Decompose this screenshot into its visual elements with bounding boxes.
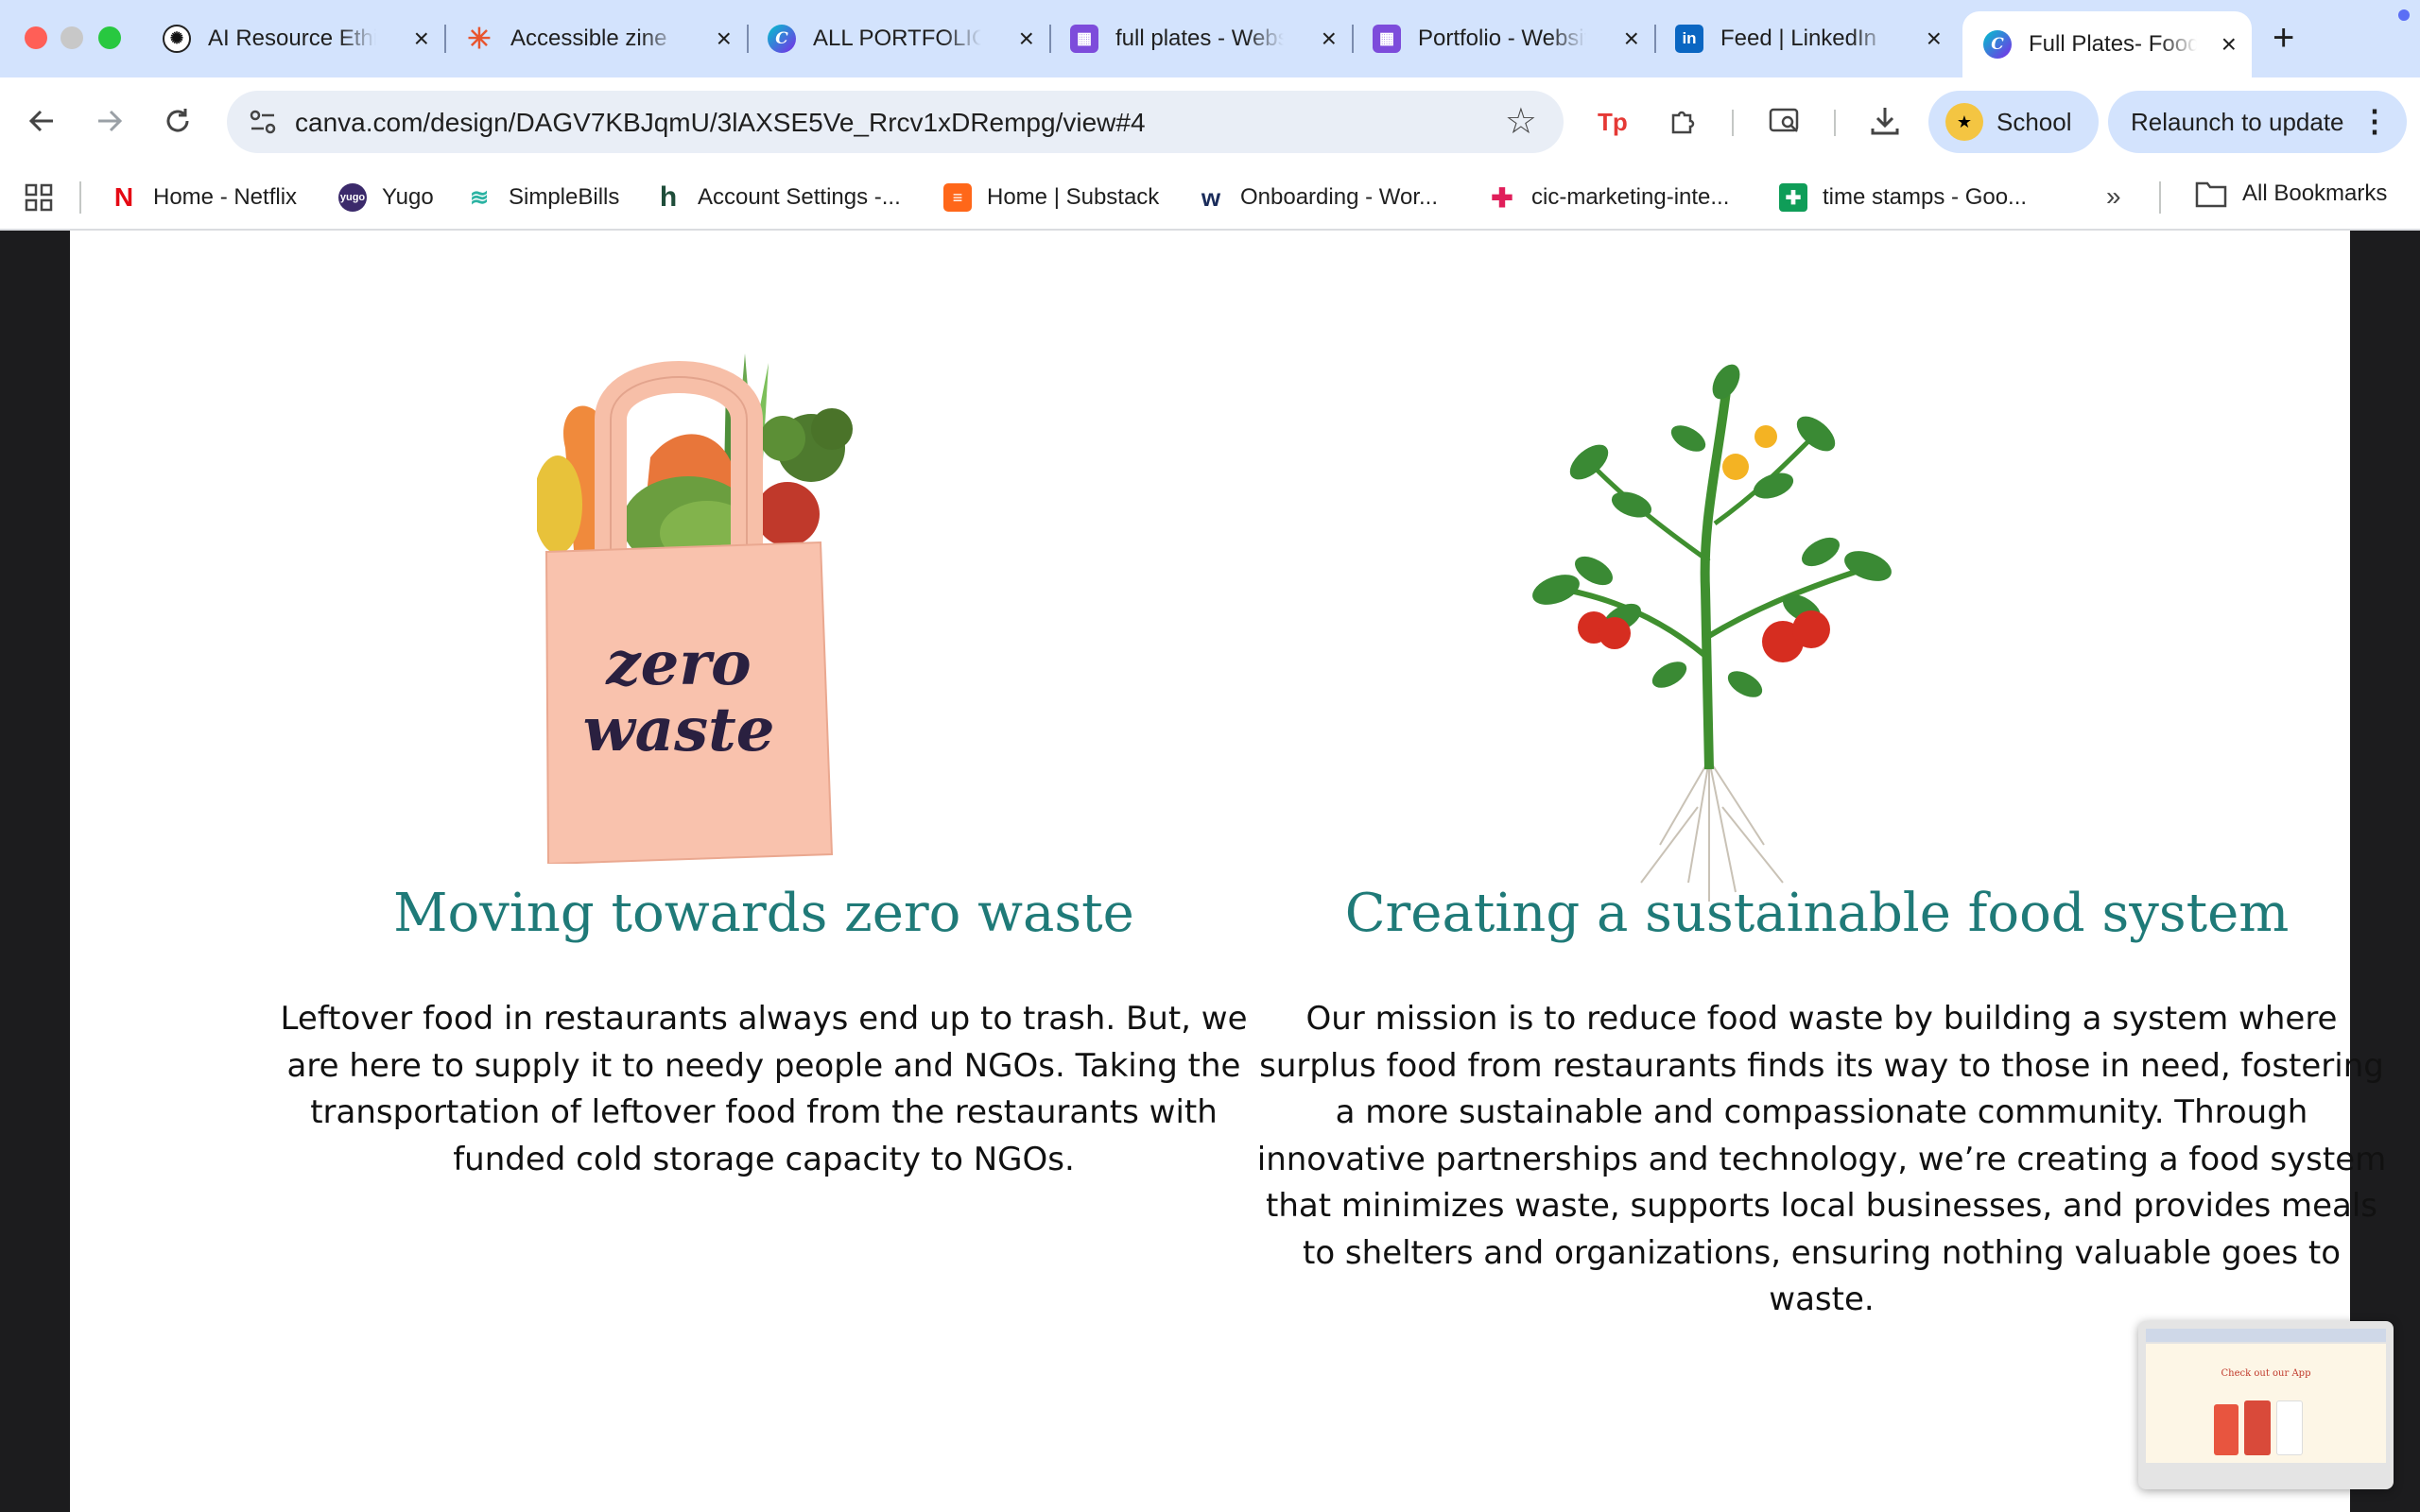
window-zoom-button[interactable] <box>98 26 121 49</box>
forward-button[interactable] <box>87 98 132 144</box>
extension-tp-icon[interactable]: Tp <box>1588 96 1637 146</box>
h-logo-icon: h <box>659 181 678 213</box>
page-viewport: zero waste Moving towards zero waste Lef… <box>0 231 2420 1512</box>
page-preview-thumbnail[interactable]: Check out our App <box>2138 1321 2394 1489</box>
reload-icon <box>166 109 189 132</box>
extensions-puzzle-icon[interactable] <box>1658 96 1707 146</box>
site-settings-icon <box>250 110 276 134</box>
canva-icon: C <box>768 25 796 53</box>
tab-title: Feed | LinkedIn <box>1720 26 1877 51</box>
google-sheets-icon: ✚ <box>1779 183 1807 212</box>
tab-title: Accessible zine <box>510 26 667 51</box>
heading-sustainable-food-system: Creating a sustainable food system <box>1344 883 2290 944</box>
arrow-left-icon <box>28 110 53 132</box>
body-sustainable-food-system: Our mission is to reduce food waste by b… <box>1256 1000 2387 1318</box>
bookmark-simplebills[interactable]: ≋ SimpleBills <box>465 180 619 215</box>
tab-close-icon[interactable]: × <box>1322 25 1337 53</box>
tab-title: ALL PORTFOLIO <box>813 26 981 51</box>
browser-toolbar: canva.com/design/DAGV7KBJqmU/3lAXSE5Ve_R… <box>0 77 2420 164</box>
bookmark-slack[interactable]: ✚ cic-marketing-inte... <box>1488 180 1729 215</box>
linkedin-icon: in <box>1675 25 1703 53</box>
thumbnail-title: Check out our App <box>2221 1368 2311 1379</box>
bag-text-zero: zero <box>605 628 751 699</box>
zero-waste-bag-illustration: zero waste <box>537 353 853 864</box>
download-icon[interactable] <box>1860 96 1910 146</box>
thumbnail-slide: Check out our App <box>2146 1344 2386 1463</box>
tab-title: AI Resource Ethics <box>208 26 376 51</box>
heading-zero-waste: Moving towards zero waste <box>393 883 1134 944</box>
website-calendar-icon: ▦ <box>1070 25 1098 53</box>
tab-close-icon[interactable]: × <box>1927 25 1942 53</box>
tab-ai-resource[interactable]: ✺ AI Resource Ethics × <box>142 13 444 64</box>
tomato-plant-illustration <box>1532 364 1892 902</box>
canva-icon: C <box>1983 30 2012 59</box>
relaunch-button[interactable]: Relaunch to update ⋮ <box>2108 91 2407 153</box>
yugo-icon: yugo <box>338 183 367 212</box>
bookmark-yugo[interactable]: yugo Yugo <box>338 180 434 215</box>
apps-grid-icon[interactable] <box>25 183 53 212</box>
bookmark-onboarding[interactable]: w Onboarding - Wor... <box>1197 180 1438 215</box>
thumbnail-phone <box>2244 1400 2271 1455</box>
window-minimize-button[interactable] <box>60 26 83 49</box>
tab-full-plates-food[interactable]: C Full Plates- Food × <box>1962 11 2252 77</box>
chatgpt-icon: ✺ <box>163 25 191 53</box>
tab-close-icon[interactable]: × <box>2221 30 2237 59</box>
reload-button[interactable] <box>155 98 200 144</box>
tab-full-plates-website[interactable]: ▦ full plates - Website × <box>1049 13 1352 64</box>
bookmark-netflix[interactable]: N Home - Netflix <box>110 180 297 215</box>
workday-icon: w <box>1201 182 1221 212</box>
more-bookmarks-chevron-icon[interactable]: » <box>2106 181 2121 212</box>
tab-title: Portfolio - Website <box>1418 26 1586 51</box>
bookmark-account-settings[interactable]: h Account Settings -... <box>654 180 901 215</box>
tab-title: Full Plates- Food <box>2029 31 2197 57</box>
profile-label: School <box>1996 107 2072 136</box>
bookmark-separator <box>2159 181 2161 214</box>
tab-close-icon[interactable]: × <box>717 25 732 53</box>
profile-button[interactable]: ★ School <box>1928 91 2099 153</box>
profile-avatar-icon: ★ <box>1945 103 1983 141</box>
all-bookmarks-button[interactable]: All Bookmarks <box>2195 180 2387 208</box>
canva-slide: zero waste Moving towards zero waste Lef… <box>70 231 2386 1512</box>
more-menu-icon[interactable]: ⋮ <box>2360 102 2390 140</box>
back-button[interactable] <box>19 98 64 144</box>
bookmark-star-icon[interactable]: ☆ <box>1505 100 1537 143</box>
thumbnail-phone <box>2276 1400 2303 1455</box>
address-bar[interactable]: canva.com/design/DAGV7KBJqmU/3lAXSE5Ve_R… <box>227 91 1564 153</box>
simplebills-icon: ≋ <box>469 184 490 211</box>
slack-icon: ✚ <box>1491 182 1513 213</box>
svg-text:Tp: Tp <box>1598 108 1628 136</box>
tab-close-icon[interactable]: × <box>1624 25 1639 53</box>
bookmarks-bar: N Home - Netflix yugo Yugo ≋ SimpleBills… <box>0 164 2420 231</box>
folder-icon <box>2195 181 2227 208</box>
body-zero-waste: Leftover food in restaurants always end … <box>280 1000 1248 1178</box>
tab-accessible-zine[interactable]: ✳ Accessible zine × <box>444 13 747 64</box>
tab-close-icon[interactable]: × <box>414 25 429 53</box>
tab-portfolio-website[interactable]: ▦ Portfolio - Website × <box>1352 13 1654 64</box>
new-tab-button[interactable]: + <box>2273 17 2294 59</box>
bookmark-separator <box>79 181 81 214</box>
bookmark-google-sheets[interactable]: ✚ time stamps - Goo... <box>1779 180 2027 215</box>
tab-search-icon[interactable] <box>1760 96 1809 146</box>
window-close-button[interactable] <box>25 26 47 49</box>
relaunch-label: Relaunch to update <box>2131 107 2344 136</box>
bookmark-substack[interactable]: ≡ Home | Substack <box>943 180 1159 215</box>
toolbar-separator <box>1732 110 1734 136</box>
substack-icon: ≡ <box>943 183 972 212</box>
tab-all-portfolio[interactable]: C ALL PORTFOLIO × <box>747 13 1049 64</box>
profile-indicator-dot <box>2398 9 2410 21</box>
thumbnail-tabbar <box>2146 1329 2386 1342</box>
claude-icon: ✳ <box>467 23 492 55</box>
thumbnail-phone <box>2214 1404 2238 1455</box>
arrow-right-icon <box>98 110 123 132</box>
bag-text-waste: waste <box>583 695 775 765</box>
tab-strip: ✺ AI Resource Ethics × ✳ Accessible zine… <box>0 0 2420 77</box>
tab-linkedin[interactable]: in Feed | LinkedIn × <box>1654 13 1957 64</box>
tab-close-icon[interactable]: × <box>1019 25 1034 53</box>
netflix-icon: N <box>113 182 134 212</box>
website-calendar-icon: ▦ <box>1373 25 1401 53</box>
url-text: canva.com/design/DAGV7KBJqmU/3lAXSE5Ve_R… <box>295 108 1146 137</box>
tab-title: full plates - Website <box>1115 26 1284 51</box>
toolbar-separator <box>1834 110 1836 136</box>
